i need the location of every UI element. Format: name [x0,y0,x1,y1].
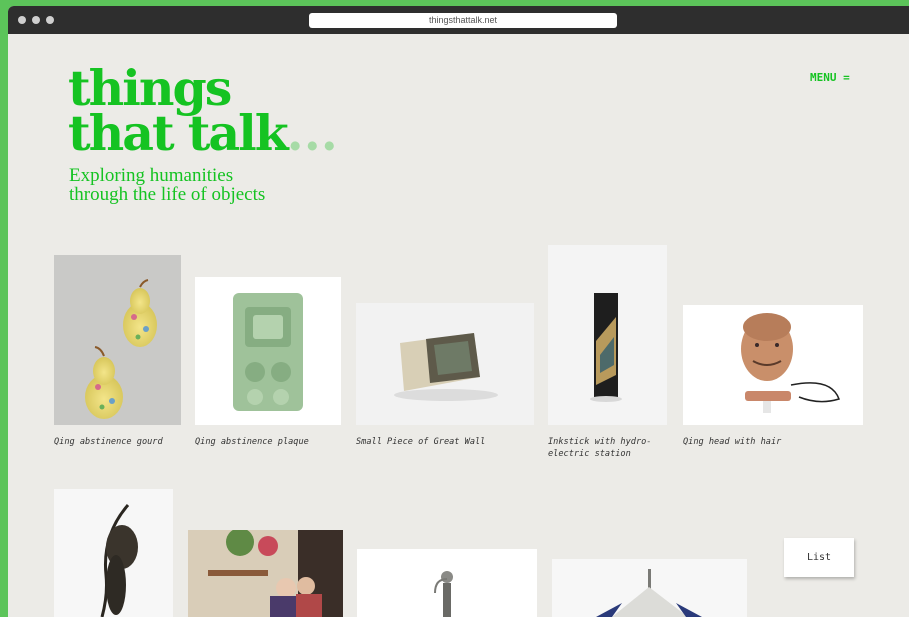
braid-image [100,504,138,617]
menu-button[interactable]: MENU = [810,71,850,84]
sword-hilt-image [434,571,453,617]
object-thumbnail-sword-hilt[interactable] [357,549,537,617]
tagline: Exploring humanities through the life of… [69,166,265,204]
object-thumbnail-inkstick[interactable] [548,245,667,425]
caption-great-wall[interactable]: Small Piece of Great Wall [356,436,516,448]
object-thumbnail-family-photo[interactable] [188,530,343,617]
family-photo-image [188,530,343,617]
qing-head-image [741,313,840,413]
object-thumbnail-lamp[interactable] [552,559,747,617]
page-content: things that talk... Exploring humanities… [8,34,909,617]
list-view-button[interactable]: List [784,538,854,577]
address-bar[interactable]: thingsthattalk.net [309,13,617,28]
browser-window: thingsthattalk.net things that talk... E… [8,6,909,617]
brick-image [394,333,498,401]
logo-dots: ... [286,104,338,162]
caption-qing-head[interactable]: Qing head with hair [683,436,803,448]
tagline-line-1: Exploring humanities [69,165,234,186]
gourd-image [85,279,157,419]
window-maximize-icon[interactable] [46,16,54,24]
window-close-icon[interactable] [18,16,26,24]
object-thumbnail-great-wall[interactable] [356,303,534,425]
caption-gourd[interactable]: Qing abstinence gourd [54,436,174,448]
tagline-line-2: through the life of objects [69,184,266,205]
jade-plaque-image [233,293,303,411]
caption-inkstick[interactable]: Inkstick with hydro- electric station [548,436,668,460]
logo-line-2: that talk [68,104,289,162]
object-thumbnail-plaque[interactable] [195,277,341,425]
inkstick-image [590,293,622,402]
lamp-image [596,569,702,617]
site-logo[interactable]: things that talk... [68,64,338,158]
object-thumbnail-gourd[interactable] [54,255,181,425]
object-thumbnail-qing-head[interactable] [683,305,863,425]
object-thumbnail-braid[interactable] [54,489,173,617]
browser-toolbar: thingsthattalk.net [8,6,909,34]
caption-plaque[interactable]: Qing abstinence plaque [195,436,315,448]
window-minimize-icon[interactable] [32,16,40,24]
